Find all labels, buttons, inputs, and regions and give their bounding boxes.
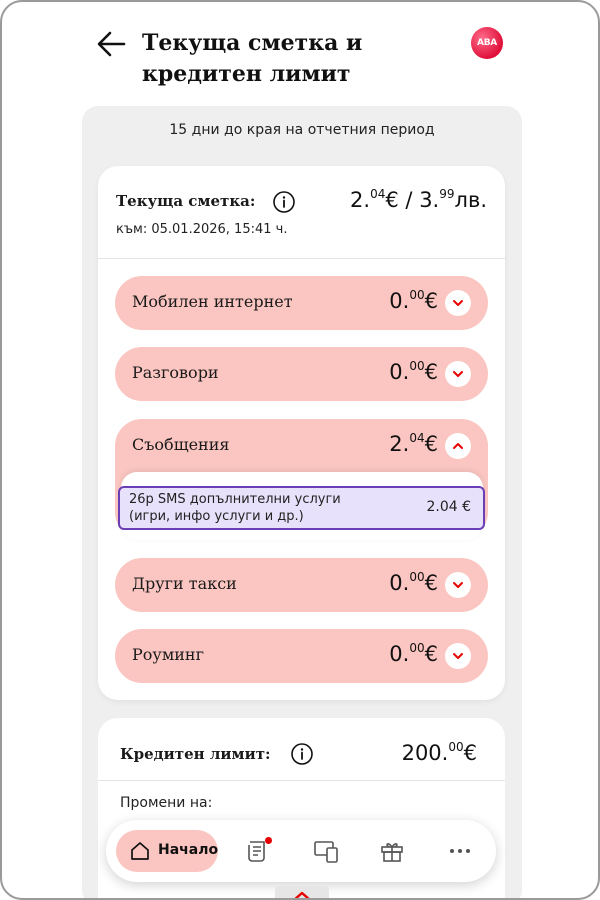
amount-bgn-unit: лв.	[454, 188, 487, 212]
current-account-label: Текуща сметка:	[116, 192, 256, 210]
category-other-fees[interactable]: Други такси 0.00€	[115, 558, 488, 612]
expand-button[interactable]	[445, 290, 471, 316]
nav-gifts[interactable]	[378, 837, 406, 865]
gift-icon	[381, 843, 403, 862]
credit-limit-amount: 200.00€	[401, 740, 477, 765]
detail-amount: 2.04 €	[426, 499, 471, 515]
current-account-card: Текуща сметка: 2.04€ / 3.99лв. към: 05.0…	[98, 166, 505, 700]
category-mobile-internet[interactable]: Мобилен интернет 0.00€	[115, 276, 488, 330]
chevron-up-icon	[294, 891, 310, 898]
arrow-left-icon	[97, 31, 126, 57]
amount-separator: /	[405, 188, 413, 212]
info-icon[interactable]	[272, 190, 296, 214]
category-amount: 0.00€	[389, 288, 438, 313]
info-icon[interactable]	[290, 742, 314, 766]
category-amount: 0.00€	[389, 641, 438, 666]
more-icon	[450, 849, 470, 853]
page-title-line2: кредитен лимит	[142, 61, 351, 87]
amount-eur-unit: €	[385, 188, 399, 212]
phone-frame: Текуща сметка и кредитен лимит АВА 15 дн…	[0, 0, 600, 900]
category-label: Разговори	[132, 363, 219, 382]
nav-home-label: Начало	[158, 842, 219, 858]
collapse-button[interactable]	[445, 433, 471, 459]
chevron-down-icon	[453, 653, 463, 659]
brand-logo[interactable]: АВА	[471, 27, 503, 59]
scroll-up-handle[interactable]	[275, 886, 329, 898]
nav-devices[interactable]	[312, 837, 340, 865]
divider	[98, 780, 505, 781]
home-icon	[131, 842, 149, 860]
page-title: Текуща сметка и кредитен лимит	[142, 28, 442, 90]
notification-dot	[265, 837, 272, 844]
divider	[98, 258, 505, 259]
detail-line-1: 26р SMS допълнителни услуги	[129, 492, 341, 507]
nav-more[interactable]	[446, 837, 474, 865]
category-label: Други такси	[132, 574, 237, 593]
category-amount: 2.04€	[389, 431, 438, 456]
page-title-line1: Текуща сметка и	[142, 30, 363, 56]
amount-eur-main: 2.	[350, 188, 371, 212]
chevron-down-icon	[453, 582, 463, 588]
category-amount: 0.00€	[389, 359, 438, 384]
nav-bills[interactable]	[244, 837, 272, 865]
amount-bgn-cents: 99	[439, 187, 455, 201]
brand-logo-text: АВА	[477, 38, 497, 48]
category-label: Мобилен интернет	[132, 292, 293, 311]
account-as-of-date: към: 05.01.2026, 15:41 ч.	[116, 222, 288, 237]
expand-button[interactable]	[445, 361, 471, 387]
detail-line-2: (игри, инфо услуги и др.)	[129, 509, 304, 524]
expand-button[interactable]	[445, 643, 471, 669]
billing-period-note: 15 дни до края на отчетния период	[169, 122, 435, 138]
category-label: Роуминг	[132, 645, 204, 664]
expand-button[interactable]	[445, 572, 471, 598]
category-label: Съобщения	[132, 435, 230, 454]
chevron-down-icon	[453, 371, 463, 377]
category-messages[interactable]: Съобщения 2.04€	[115, 419, 488, 473]
devices-icon	[314, 841, 338, 863]
current-account-amount: 2.04€ / 3.99лв.	[350, 187, 487, 212]
change-label: Промени на:	[120, 795, 213, 811]
bottom-navigation: Начало	[106, 820, 496, 882]
amount-bgn-main: 3.	[419, 188, 440, 212]
chevron-down-icon	[453, 300, 463, 306]
back-button[interactable]	[92, 26, 132, 62]
category-roaming[interactable]: Роуминг 0.00€	[115, 629, 488, 683]
detail-description: 26р SMS допълнителни услуги (игри, инфо …	[129, 491, 399, 525]
messages-detail-row[interactable]: 26р SMS допълнителни услуги (игри, инфо …	[118, 486, 485, 530]
credit-limit-label: Кредитен лимит:	[120, 745, 271, 763]
category-amount: 0.00€	[389, 570, 438, 595]
category-calls[interactable]: Разговори 0.00€	[115, 347, 488, 401]
nav-home[interactable]: Начало	[116, 830, 218, 872]
chevron-up-icon	[453, 443, 463, 449]
amount-eur-cents: 04	[370, 187, 386, 201]
